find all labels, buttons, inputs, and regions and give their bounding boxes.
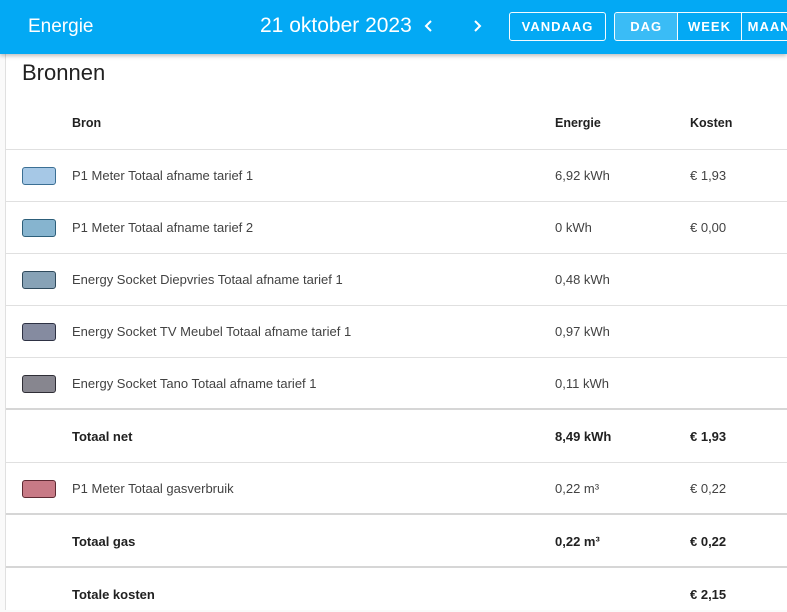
today-button[interactable]: VANDAAG [509, 12, 606, 41]
source-cost: € 1,93 [690, 168, 727, 183]
source-name: P1 Meter Totaal gasverbruik [72, 481, 234, 496]
source-name: Energy Socket Tano Totaal afname tarief … [72, 376, 317, 391]
table-row: Energy Socket Diepvries Totaal afname ta… [6, 254, 787, 306]
top-app-bar: Energie 21 oktober 2023 VANDAAG DAG WEEK… [0, 0, 787, 54]
source-name: P1 Meter Totaal afname tarief 2 [72, 220, 254, 235]
color-swatch [22, 323, 56, 341]
total-gas-energy: 0,22 m³ [555, 534, 600, 549]
table-row: Energy Socket TV Meubel Totaal afname ta… [6, 306, 787, 358]
total-gas-label: Totaal gas [72, 534, 136, 549]
source-energy: 0 kWh [555, 220, 592, 235]
column-header-cost: Kosten [690, 116, 733, 130]
total-net-energy: 8,49 kWh [555, 429, 612, 444]
color-swatch [22, 167, 56, 185]
source-energy: 0,48 kWh [555, 272, 610, 287]
table-row: P1 Meter Totaal afname tarief 1 6,92 kWh… [6, 150, 787, 202]
chevron-right-icon [474, 20, 482, 32]
total-gas-cost: € 0,22 [690, 534, 727, 549]
source-energy: 0,97 kWh [555, 324, 610, 339]
color-swatch [22, 375, 56, 393]
chevron-left-icon [424, 20, 432, 32]
period-month-button[interactable]: MAAN [742, 13, 787, 40]
color-swatch [22, 480, 56, 498]
color-swatch [22, 219, 56, 237]
source-energy: 0,22 m³ [555, 481, 600, 496]
previous-day-button[interactable] [420, 15, 438, 37]
total-net-row: Totaal net 8,49 kWh € 1,93 [6, 411, 787, 463]
table-row: P1 Meter Totaal afname tarief 2 0 kWh € … [6, 202, 787, 254]
source-name: Energy Socket Diepvries Totaal afname ta… [72, 272, 343, 287]
sources-card: Bronnen Bron Energie Kosten P1 Meter Tot… [5, 54, 787, 610]
source-energy: 0,11 kWh [555, 376, 609, 391]
app-title: Energie [28, 16, 94, 37]
next-day-button[interactable] [468, 15, 486, 37]
table-row: P1 Meter Totaal gasverbruik 0,22 m³ € 0,… [6, 463, 787, 515]
source-name: P1 Meter Totaal afname tarief 1 [72, 168, 254, 183]
source-energy: 6,92 kWh [555, 168, 610, 183]
total-cost-row: Totale kosten € 2,15 [6, 569, 787, 612]
period-selector: DAG WEEK MAAN [614, 12, 787, 41]
total-cost-label: Totale kosten [72, 587, 155, 602]
total-cost-value: € 2,15 [690, 587, 727, 602]
source-name: Energy Socket TV Meubel Totaal afname ta… [72, 324, 352, 339]
total-net-cost: € 1,93 [690, 429, 727, 444]
total-net-label: Totaal net [72, 429, 133, 444]
card-title: Bronnen [22, 60, 106, 85]
color-swatch [22, 271, 56, 289]
table-header: Bron Energie Kosten [6, 98, 787, 150]
column-header-source: Bron [72, 116, 102, 130]
table-row: Energy Socket Tano Totaal afname tarief … [6, 358, 787, 410]
date-label: 21 oktober 2023 [260, 14, 412, 37]
column-header-energy: Energie [555, 116, 601, 130]
total-gas-row: Totaal gas 0,22 m³ € 0,22 [6, 516, 787, 568]
period-day-button[interactable]: DAG [615, 13, 679, 40]
source-cost: € 0,22 [690, 481, 727, 496]
period-week-button[interactable]: WEEK [678, 13, 742, 40]
source-cost: € 0,00 [690, 220, 727, 235]
